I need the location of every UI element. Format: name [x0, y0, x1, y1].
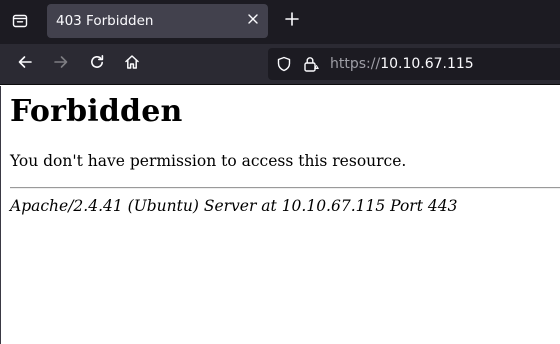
- server-signature: Apache/2.4.41 (Ubuntu) Server at 10.10.6…: [10, 197, 458, 215]
- divider: [10, 187, 560, 189]
- lock-icon[interactable]: [302, 55, 320, 73]
- url-scheme: https://: [330, 56, 381, 72]
- page-content: Forbidden You don't have permission to a…: [0, 86, 560, 344]
- home-button[interactable]: [117, 49, 147, 79]
- error-message: You don't have permission to access this…: [10, 152, 407, 170]
- tab-list-button[interactable]: [3, 5, 37, 39]
- url-text[interactable]: https://10.10.67.115: [330, 48, 474, 80]
- tab-close-button[interactable]: [241, 9, 265, 33]
- shield-icon[interactable]: [275, 55, 293, 73]
- tab-title: 403 Forbidden: [56, 13, 154, 29]
- back-button[interactable]: [10, 49, 40, 79]
- tab-active[interactable]: 403 Forbidden: [47, 4, 268, 38]
- plus-icon: [285, 11, 299, 31]
- reload-button[interactable]: [82, 49, 112, 79]
- url-host: 10.10.67.115: [380, 56, 474, 72]
- reload-icon: [89, 54, 105, 75]
- tab-strip: 403 Forbidden: [0, 0, 560, 44]
- new-tab-button[interactable]: [277, 6, 307, 36]
- url-bar[interactable]: https://10.10.67.115: [268, 48, 560, 80]
- home-icon: [124, 54, 140, 75]
- forward-button[interactable]: [46, 49, 76, 79]
- arrow-right-icon: [53, 54, 69, 75]
- tab-list-icon: [12, 12, 28, 33]
- page-title: Forbidden: [10, 94, 183, 129]
- close-icon: [247, 12, 259, 30]
- arrow-left-icon: [17, 54, 33, 75]
